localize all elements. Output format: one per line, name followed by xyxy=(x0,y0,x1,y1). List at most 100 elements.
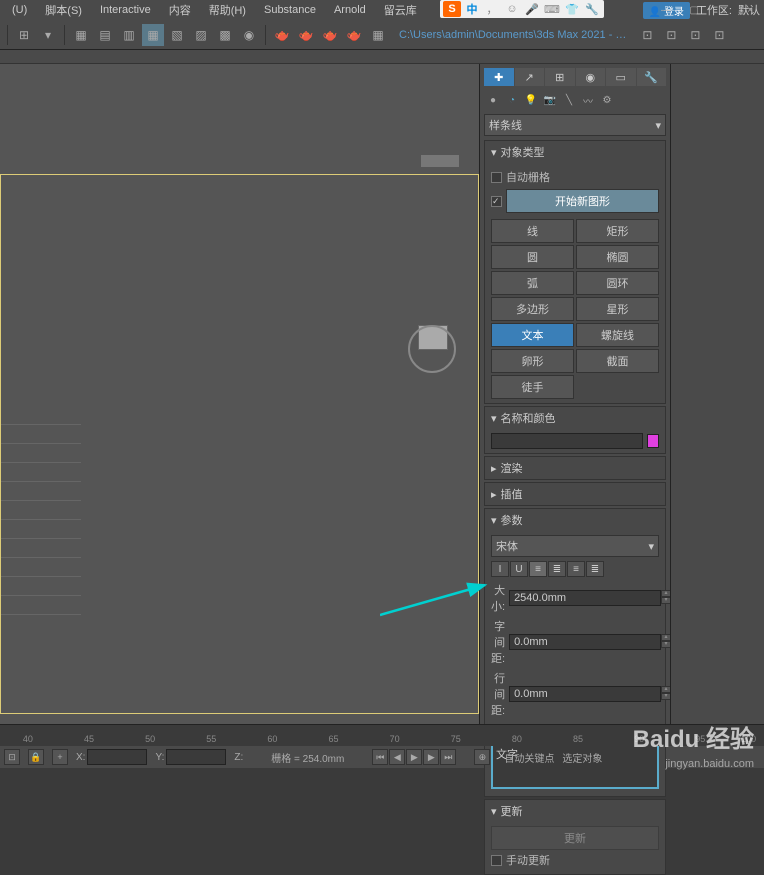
close-button[interactable]: × xyxy=(736,0,764,20)
size-input[interactable] xyxy=(509,590,661,606)
align-justify-button[interactable]: ≣ xyxy=(586,561,604,577)
egg-button[interactable]: 卵形 xyxy=(491,349,574,373)
ref-coord3-icon[interactable]: ⊡ xyxy=(684,24,706,46)
name-color-header[interactable]: ▾ 名称和颜色 xyxy=(485,407,665,429)
lights-subtab[interactable]: 💡 xyxy=(522,92,540,108)
modify-tab[interactable]: ↗ xyxy=(515,68,545,86)
teapot1-icon[interactable]: 🫖 xyxy=(271,24,293,46)
ellipse-button[interactable]: 椭圆 xyxy=(576,245,659,269)
y-input[interactable] xyxy=(166,749,226,765)
star-button[interactable]: 星形 xyxy=(576,297,659,321)
leading-input[interactable] xyxy=(509,686,661,702)
donut-button[interactable]: 圆环 xyxy=(576,271,659,295)
ime-tool-icon[interactable]: 🔧 xyxy=(583,1,601,17)
ime-kbd-icon[interactable]: ⌨ xyxy=(543,1,561,17)
ime-lang[interactable]: 中 xyxy=(463,1,481,17)
italic-button[interactable]: I xyxy=(491,561,509,577)
object-color-swatch[interactable] xyxy=(647,434,659,448)
render-setup-icon[interactable]: ▦ xyxy=(367,24,389,46)
viewport-active[interactable] xyxy=(0,174,479,714)
menu-content[interactable]: 内容 xyxy=(161,0,199,20)
arc-button[interactable]: 弧 xyxy=(491,271,574,295)
manual-update-checkbox[interactable] xyxy=(491,855,502,866)
start-new-checkbox[interactable] xyxy=(491,196,502,207)
space-subtab[interactable]: 〰 xyxy=(579,92,597,108)
selection-filter[interactable]: 选定对象 xyxy=(562,750,602,765)
font-dropdown[interactable]: 宋体▾ xyxy=(491,535,659,557)
viewcube[interactable] xyxy=(408,325,458,375)
teapot2-icon[interactable]: 🫖 xyxy=(295,24,317,46)
menu-script[interactable]: 脚本(S) xyxy=(37,0,90,20)
edit-named-icon[interactable]: ▤ xyxy=(94,24,116,46)
selection-filter-icon[interactable]: ▦ xyxy=(70,24,92,46)
ref-coord-icon[interactable]: ⊡ xyxy=(636,24,658,46)
goto-start-icon[interactable]: ⏮ xyxy=(372,749,388,765)
display-tab[interactable]: ▭ xyxy=(606,68,636,86)
ref-coord4-icon[interactable]: ⊡ xyxy=(708,24,730,46)
time-config-icon[interactable]: ⊕ xyxy=(474,749,490,765)
minimize-button[interactable]: — xyxy=(652,0,680,20)
rectangle-button[interactable]: 矩形 xyxy=(576,219,659,243)
x-input[interactable] xyxy=(87,749,147,765)
shapes-subtab[interactable]: ◔ xyxy=(503,92,521,108)
render-header[interactable]: ▸ 渲染 xyxy=(485,457,665,479)
ime-mic-icon[interactable]: 🎤 xyxy=(523,1,541,17)
layer-icon[interactable]: ▧ xyxy=(166,24,188,46)
systems-subtab[interactable]: ⚙ xyxy=(598,92,616,108)
menu-interactive[interactable]: Interactive xyxy=(92,2,159,18)
ime-skin-icon[interactable]: 👕 xyxy=(563,1,581,17)
lock-icon[interactable]: 🔒 xyxy=(28,749,44,765)
curve-editor-icon[interactable]: ▨ xyxy=(190,24,212,46)
add-key-icon[interactable]: + xyxy=(52,749,68,765)
mirror-icon[interactable]: ▥ xyxy=(118,24,140,46)
freehand-button[interactable]: 徒手 xyxy=(491,375,574,399)
play-icon[interactable]: ▶ xyxy=(406,749,422,765)
viewport[interactable] xyxy=(0,64,480,724)
maxscript-icon[interactable]: ⊡ xyxy=(4,749,20,765)
geometry-subtab[interactable]: ● xyxy=(484,92,502,108)
schematic-icon[interactable]: ▩ xyxy=(214,24,236,46)
line-button[interactable]: 线 xyxy=(491,219,574,243)
helix-button[interactable]: 螺旋线 xyxy=(576,323,659,347)
menu-substance[interactable]: Substance xyxy=(256,2,324,18)
update-button[interactable]: 更新 xyxy=(491,826,659,850)
align-center-button[interactable]: ≣ xyxy=(548,561,566,577)
prev-frame-icon[interactable]: ◀ xyxy=(389,749,405,765)
teapot3-icon[interactable]: 🫖 xyxy=(319,24,341,46)
start-new-shape-button[interactable]: 开始新图形 xyxy=(506,189,659,213)
ime-face-icon[interactable]: ☺ xyxy=(503,1,521,17)
text-button[interactable]: 文本 xyxy=(491,323,574,347)
angle-snap-icon[interactable]: ▾ xyxy=(37,24,59,46)
menu-arnold[interactable]: Arnold xyxy=(326,2,374,18)
hierarchy-tab[interactable]: ⊞ xyxy=(545,68,575,86)
align-icon[interactable]: ▦ xyxy=(142,24,164,46)
menu-u[interactable]: (U) xyxy=(4,2,35,18)
underline-button[interactable]: U xyxy=(510,561,528,577)
interp-header[interactable]: ▸ 插值 xyxy=(485,483,665,505)
align-right-button[interactable]: ≡ xyxy=(567,561,585,577)
circle-button[interactable]: 圆 xyxy=(491,245,574,269)
kerning-input[interactable] xyxy=(509,634,661,650)
ngon-button[interactable]: 多边形 xyxy=(491,297,574,321)
create-tab[interactable]: ✚ xyxy=(484,68,514,86)
restore-button[interactable]: ▢ xyxy=(680,0,708,20)
material-icon[interactable]: ◉ xyxy=(238,24,260,46)
snap-toggle-icon[interactable]: ⊞ xyxy=(13,24,35,46)
autokey-button[interactable]: 自动关键点 xyxy=(504,750,554,765)
category-dropdown[interactable]: 样条线▾ xyxy=(484,114,666,136)
utilities-tab[interactable]: 🔧 xyxy=(637,68,667,86)
update-header[interactable]: ▾ 更新 xyxy=(485,800,665,822)
menu-help[interactable]: 帮助(H) xyxy=(201,0,254,20)
cameras-subtab[interactable]: 📷 xyxy=(541,92,559,108)
next-frame-icon[interactable]: ▶ xyxy=(423,749,439,765)
object-type-header[interactable]: ▾ 对象类型 xyxy=(485,141,665,163)
autogrid-checkbox[interactable] xyxy=(491,172,502,183)
menu-cloud[interactable]: 留云库 xyxy=(376,0,425,20)
goto-end-icon[interactable]: ⏭ xyxy=(440,749,456,765)
section-button[interactable]: 截面 xyxy=(576,349,659,373)
params-header[interactable]: ▾ 参数 xyxy=(485,509,665,531)
ref-coord2-icon[interactable]: ⊡ xyxy=(660,24,682,46)
teapot4-icon[interactable]: 🫖 xyxy=(343,24,365,46)
motion-tab[interactable]: ◉ xyxy=(576,68,606,86)
maximize-button[interactable]: □ xyxy=(708,0,736,20)
